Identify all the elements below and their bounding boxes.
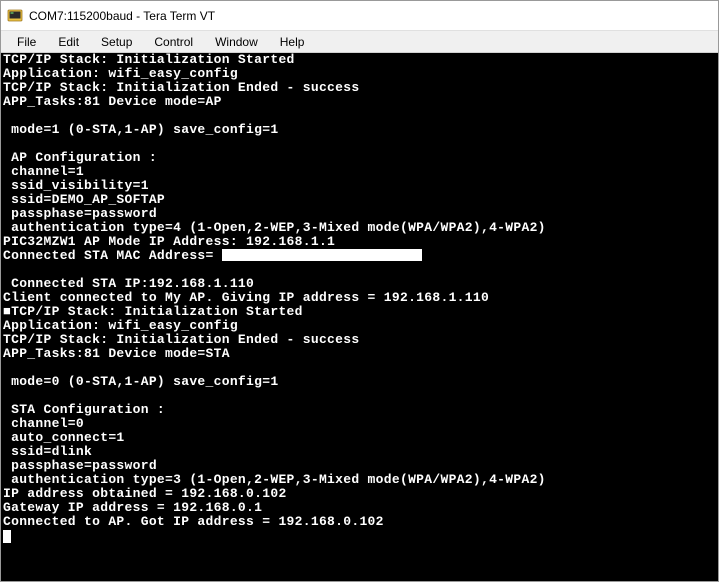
terminal-line (3, 109, 716, 123)
terminal-cursor-line (3, 529, 716, 543)
terminal-line (3, 361, 716, 375)
terminal-line: passphase=password (3, 459, 716, 473)
menu-edit[interactable]: Edit (48, 33, 89, 51)
terminal-line: APP_Tasks:81 Device mode=AP (3, 95, 716, 109)
menu-file[interactable]: File (7, 33, 46, 51)
redacted-mac (222, 249, 422, 261)
terminal-line: channel=0 (3, 417, 716, 431)
terminal-line: mode=0 (0-STA,1-AP) save_config=1 (3, 375, 716, 389)
terminal-line: mode=1 (0-STA,1-AP) save_config=1 (3, 123, 716, 137)
terminal-output[interactable]: TCP/IP Stack: Initialization StartedAppl… (1, 53, 718, 581)
terminal-line: auto_connect=1 (3, 431, 716, 445)
terminal-line: IP address obtained = 192.168.0.102 (3, 487, 716, 501)
cursor (3, 530, 11, 543)
terminal-line: ssid_visibility=1 (3, 179, 716, 193)
terminal-line: Application: wifi_easy_config (3, 67, 716, 81)
menu-control[interactable]: Control (144, 33, 203, 51)
terminal-line: channel=1 (3, 165, 716, 179)
terminal-line: Client connected to My AP. Giving IP add… (3, 291, 716, 305)
terminal-line: ■TCP/IP Stack: Initialization Started (3, 305, 716, 319)
menubar: File Edit Setup Control Window Help (1, 31, 718, 53)
menu-window[interactable]: Window (205, 33, 268, 51)
terminal-line: APP_Tasks:81 Device mode=STA (3, 347, 716, 361)
teraterm-icon (7, 8, 23, 24)
terminal-line: Connected STA MAC Address= (3, 249, 716, 263)
terminal-line (3, 137, 716, 151)
terminal-line (3, 263, 716, 277)
terminal-line: TCP/IP Stack: Initialization Ended - suc… (3, 81, 716, 95)
terminal-line: ssid=DEMO_AP_SOFTAP (3, 193, 716, 207)
terminal-line: Gateway IP address = 192.168.0.1 (3, 501, 716, 515)
terminal-line: passphase=password (3, 207, 716, 221)
terminal-line (3, 389, 716, 403)
terminal-line: AP Configuration : (3, 151, 716, 165)
terminal-line: ssid=dlink (3, 445, 716, 459)
terminal-line: TCP/IP Stack: Initialization Started (3, 53, 716, 67)
window-title: COM7:115200baud - Tera Term VT (29, 9, 215, 23)
terminal-line: PIC32MZW1 AP Mode IP Address: 192.168.1.… (3, 235, 716, 249)
titlebar[interactable]: COM7:115200baud - Tera Term VT (1, 1, 718, 31)
terminal-line: Application: wifi_easy_config (3, 319, 716, 333)
terminal-line: Connected STA IP:192.168.1.110 (3, 277, 716, 291)
terminal-line: authentication type=3 (1-Open,2-WEP,3-Mi… (3, 473, 716, 487)
menu-setup[interactable]: Setup (91, 33, 142, 51)
menu-help[interactable]: Help (270, 33, 315, 51)
terminal-line: authentication type=4 (1-Open,2-WEP,3-Mi… (3, 221, 716, 235)
terminal-line: Connected to AP. Got IP address = 192.16… (3, 515, 716, 529)
terminal-line: STA Configuration : (3, 403, 716, 417)
terminal-line: TCP/IP Stack: Initialization Ended - suc… (3, 333, 716, 347)
